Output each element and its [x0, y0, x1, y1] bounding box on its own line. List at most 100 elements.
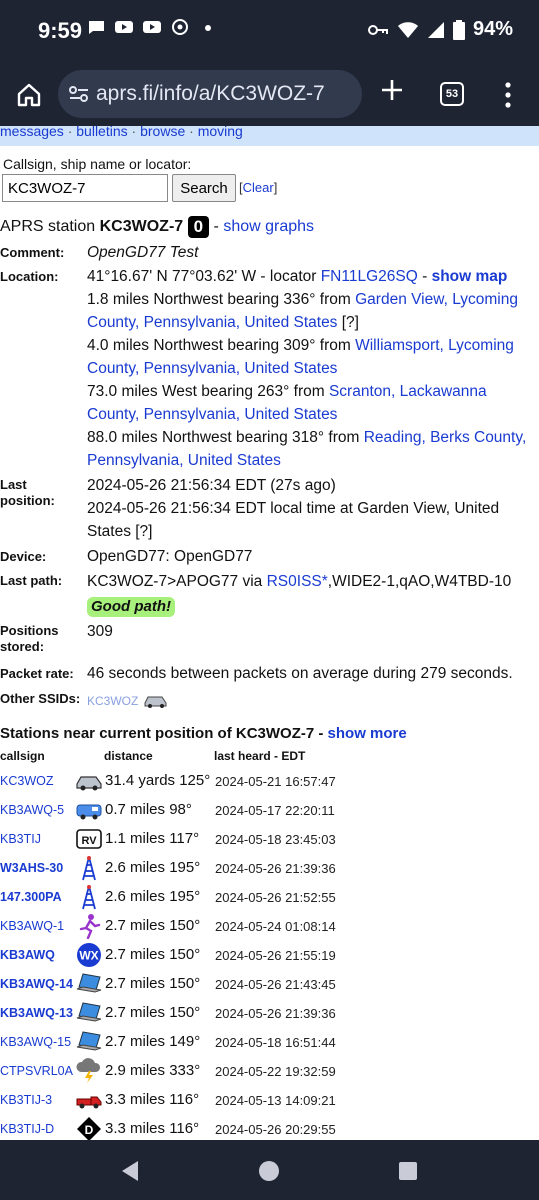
status-time: 9:59 — [38, 18, 83, 43]
nav-browse[interactable]: browse — [140, 126, 185, 139]
show-map-link[interactable]: show map — [432, 268, 508, 285]
clear-link-wrap: [Clear] — [239, 180, 278, 195]
station-link[interactable]: KB3AWQ-1 — [0, 919, 64, 933]
station-distance: 1.1 miles 117° — [105, 830, 200, 847]
youtube-icon — [115, 21, 133, 33]
positions-label: Positions stored: — [0, 623, 59, 654]
station-last-heard: 2024-05-21 16:57:47 — [215, 774, 336, 789]
station-link[interactable]: KB3AWQ-15 — [0, 1035, 71, 1049]
digipeater-link[interactable]: RS0ISS* — [267, 573, 328, 590]
comment-label: Comment: — [0, 245, 65, 260]
ssid-link[interactable]: KC3WOZ — [87, 694, 138, 708]
comment-value: OpenGD77 Test — [87, 244, 199, 261]
device-value: OpenGD77: OpenGD77 — [87, 548, 253, 565]
battery-icon — [452, 19, 465, 40]
station-link[interactable]: KB3TIJ — [0, 832, 41, 846]
station-link[interactable]: KB3AWQ-5 — [0, 803, 64, 817]
car-icon — [75, 768, 103, 794]
place-entry: 73.0 miles West bearing 263° from Scrant… — [87, 383, 487, 423]
station-distance: 31.4 yards 125° — [105, 772, 211, 789]
station-last-heard: 2024-05-26 21:39:36 — [215, 861, 336, 876]
show-more-link[interactable]: show more — [328, 725, 407, 742]
search-label: Callsign, ship name or locator: — [3, 156, 192, 172]
station-link[interactable]: CTPSVRL0A — [0, 1064, 73, 1078]
clear-link[interactable]: Clear — [243, 180, 274, 195]
back-icon[interactable] — [120, 1160, 140, 1182]
station-last-heard: 2024-05-26 21:39:36 — [215, 1006, 336, 1021]
car-icon — [144, 696, 167, 708]
location-label: Location: — [0, 269, 59, 284]
rv-icon: RV — [75, 826, 103, 852]
station-heading: APRS station KC3WOZ-7 0 - show graphs — [0, 216, 315, 238]
wifi-icon — [397, 21, 418, 38]
col-distance: distance — [104, 749, 153, 763]
station-distance: 3.3 miles 116° — [105, 1091, 200, 1108]
dot-icon — [205, 25, 211, 31]
nav-bulletins[interactable]: bulletins — [76, 126, 127, 139]
station-last-heard: 2024-05-17 22:20:11 — [215, 803, 335, 818]
storm-icon — [75, 1058, 103, 1084]
station-link[interactable]: KB3TIJ-3 — [0, 1093, 52, 1107]
station-link[interactable]: KB3AWQ — [0, 948, 55, 962]
station-distance: 2.7 miles 149° — [105, 1033, 201, 1050]
table-row: KB3TIJ RV 1.1 miles 117° 2024-05-18 23:45:0… — [0, 826, 539, 854]
place-entry: 88.0 miles Northwest bearing 318° from R… — [87, 429, 527, 469]
nearby-heading: Stations near current position of KC3WOZ… — [0, 725, 407, 742]
last-path-label: Last path: — [0, 573, 63, 588]
url-text: aprs.fi/info/a/KC3WOZ-7 — [96, 82, 325, 105]
home-nav-icon[interactable] — [258, 1160, 280, 1182]
device-label: Device: — [0, 549, 47, 564]
col-callsign: callsign — [0, 749, 45, 763]
nav-moving[interactable]: moving — [198, 126, 243, 139]
packet-rate-value: 46 seconds between packets on average du… — [87, 665, 513, 682]
tab-switcher-button[interactable]: 53 — [440, 82, 464, 106]
van-icon — [75, 797, 103, 823]
table-row: KB3AWQ-5 0.7 miles 98° 2024-05-17 22:20:11 — [0, 797, 539, 825]
station-last-heard: 2024-05-26 20:29:55 — [215, 1122, 336, 1137]
app-icon — [172, 19, 188, 35]
nav-messages[interactable]: messages — [0, 126, 64, 139]
more-menu-icon[interactable] — [504, 82, 512, 108]
station-callsign: KC3WOZ-7 — [99, 218, 184, 236]
notification-icons — [86, 18, 218, 36]
laptop-icon — [75, 971, 103, 997]
address-bar[interactable]: aprs.fi/info/a/KC3WOZ-7 — [58, 70, 362, 118]
last-position-label: Last position: — [0, 477, 55, 508]
home-icon[interactable] — [16, 82, 42, 108]
new-tab-icon[interactable] — [380, 78, 404, 102]
wx-icon: WX — [75, 942, 103, 968]
search-input[interactable] — [2, 174, 168, 202]
youtube-icon — [143, 21, 161, 33]
station-last-heard: 2024-05-26 21:43:45 — [215, 977, 336, 992]
station-link[interactable]: KB3AWQ-13 — [0, 1006, 73, 1020]
last-path-value: KC3WOZ-7>APOG77 via RS0ISS*,WIDE2-1,qAO,… — [87, 573, 512, 617]
station-link[interactable]: W3AHS-30 — [0, 861, 63, 875]
status-bar: 9:59 94% — [0, 0, 539, 62]
dstar-icon: D — [75, 1116, 103, 1142]
table-row: KB3AWQ-14 2.7 miles 150° 2024-05-26 21:43:… — [0, 971, 539, 999]
table-row: CTPSVRL0A 2.9 miles 333° 2024-05-22 19:32:… — [0, 1058, 539, 1086]
site-settings-icon[interactable] — [68, 85, 90, 103]
table-row: KB3AWQ-15 2.7 miles 149° 2024-05-18 16:51:… — [0, 1029, 539, 1057]
search-button[interactable]: Search — [172, 174, 236, 202]
show-graphs-link[interactable]: show graphs — [223, 218, 314, 235]
laptop-icon — [75, 1000, 103, 1026]
locator-link[interactable]: FN11LG26SQ — [321, 268, 418, 285]
station-link[interactable]: KB3AWQ-14 — [0, 977, 73, 991]
table-row: KB3AWQ-13 2.7 miles 150° 2024-05-26 21:39:… — [0, 1000, 539, 1028]
other-ssids-value: KC3WOZ — [87, 689, 532, 713]
station-link[interactable]: KC3WOZ — [0, 774, 53, 788]
station-link[interactable]: KB3TIJ-D — [0, 1122, 54, 1136]
good-path-badge: Good path! — [87, 597, 175, 617]
recents-icon[interactable] — [398, 1161, 418, 1181]
place-entry: 4.0 miles Northwest bearing 309° from Wi… — [87, 337, 514, 377]
station-last-heard: 2024-05-18 23:45:03 — [215, 832, 336, 847]
site-nav: messages · bulletins · browse · moving — [0, 126, 539, 146]
table-row: KB3AWQ-1 2.7 miles 150° 2024-05-24 01:08:1… — [0, 913, 539, 941]
station-link[interactable]: 147.300PA — [0, 890, 62, 904]
packet-rate-label: Packet rate: — [0, 666, 74, 681]
place-entry: 1.8 miles Northwest bearing 336° from Ga… — [87, 291, 518, 331]
table-row: KB3TIJ-3 3.3 miles 116° 2024-05-13 14:09:2… — [0, 1087, 539, 1115]
station-last-heard: 2024-05-22 19:32:59 — [215, 1064, 336, 1079]
battery-level: 94% — [472, 18, 513, 40]
